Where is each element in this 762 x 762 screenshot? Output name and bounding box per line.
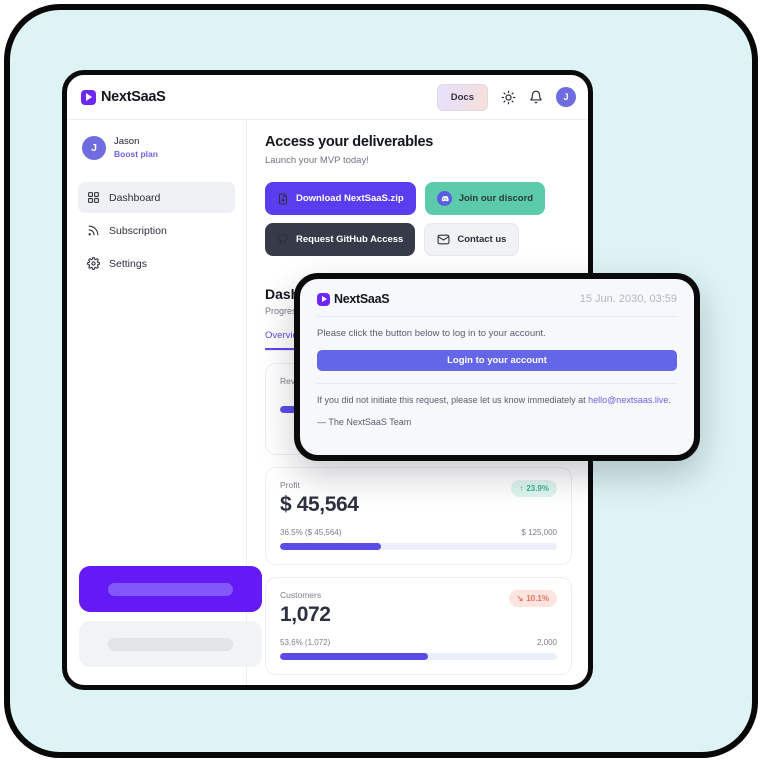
topbar-actions: Docs J (436, 83, 576, 111)
rss-icon (87, 224, 100, 237)
stat-header: Profit $ 45,564 ↑ 23.9% (280, 480, 557, 517)
user-plan: Boost plan (114, 148, 158, 159)
brand-name: NextSaaS (101, 89, 166, 105)
app-topbar: NextSaaS Docs J (67, 75, 588, 120)
github-icon (277, 233, 289, 246)
stat-header: Customers 1,072 ↘ 10.1% (280, 590, 557, 627)
button-label: Download NextSaaS.zip (296, 193, 404, 204)
stat-foot-left: 36.5% ($ 45,564) (280, 528, 342, 537)
email-preview-modal: NextSaaS 15 Jun. 2030, 03:59 Please clic… (294, 273, 700, 461)
sidebar-user[interactable]: J Jason Boost plan (78, 134, 235, 161)
email-body: NextSaaS 15 Jun. 2030, 03:59 Please clic… (300, 279, 694, 427)
request-github-access-button[interactable]: Request GitHub Access (265, 223, 416, 256)
sidebar-item-label: Subscription (109, 224, 167, 237)
status-badge: ↑ 23.9% (511, 480, 557, 497)
page-title: Access your deliverables (265, 134, 434, 150)
placeholder-bar (108, 637, 233, 651)
support-email-link[interactable]: hello@nextsaas.live (588, 395, 668, 405)
download-zip-button[interactable]: Download NextSaaS.zip (265, 182, 416, 215)
stat-footer: 53.6% (1,072) 2,000 (280, 638, 557, 647)
sidebar-placeholder-primary (79, 566, 262, 612)
stat-foot-right: 2,000 (536, 638, 557, 647)
stat-value: 1,072 (280, 603, 331, 626)
avatar: J (82, 136, 106, 161)
sidebar-nav: Dashboard Subscription Settings (78, 182, 235, 279)
file-download-icon (277, 193, 289, 205)
email-note-suffix: . (668, 395, 671, 405)
sun-icon[interactable] (501, 90, 516, 105)
stat-card-profit: Profit $ 45,564 ↑ 23.9% 36.5% ($ 45,564)… (265, 467, 572, 565)
join-discord-button[interactable]: Join our discord (424, 182, 546, 215)
button-label: Contact us (457, 234, 507, 245)
envelope-icon (437, 233, 450, 246)
badge-label: 10.1% (526, 594, 549, 603)
sidebar-item-subscription[interactable]: Subscription (78, 215, 235, 246)
gear-icon (87, 257, 100, 271)
email-brand-name: NextSaaS (334, 292, 390, 306)
email-note-prefix: If you did not initiate this request, pl… (317, 395, 589, 405)
email-signature: — The NextSaaS Team (317, 416, 412, 427)
trend-up-icon: ↑ (519, 484, 524, 493)
divider (317, 383, 677, 384)
email-note: If you did not initiate this request, pl… (317, 394, 677, 408)
nextsaas-logo-icon (81, 89, 96, 105)
progress-track (280, 653, 557, 660)
progress-track (280, 543, 557, 550)
stat-label: Customers (280, 590, 322, 600)
divider (317, 316, 677, 317)
sidebar-placeholder-muted (79, 621, 262, 667)
page-subtitle: Launch your MVP today! (265, 155, 369, 166)
sidebar: J Jason Boost plan Dashboard Subscriptio… (67, 120, 262, 685)
stat-card-customers: Customers 1,072 ↘ 10.1% 53.6% (1,072) 2,… (265, 577, 572, 675)
email-logo: NextSaaS (317, 292, 390, 306)
app-logo[interactable]: NextSaaS (81, 89, 166, 105)
progress-fill (280, 543, 382, 550)
progress-fill (280, 653, 429, 660)
badge-label: 23.9% (526, 484, 549, 493)
contact-us-button[interactable]: Contact us (424, 223, 520, 256)
stat-footer: 36.5% ($ 45,564) $ 125,000 (280, 528, 557, 537)
sidebar-item-settings[interactable]: Settings (78, 248, 235, 279)
screenshot-root: NextSaaS Docs J J Jason Boost plan Dashb… (0, 0, 762, 762)
bell-icon[interactable] (529, 90, 543, 104)
nextsaas-logo-icon (317, 292, 330, 306)
stat-label: Profit (280, 480, 300, 490)
sidebar-item-label: Dashboard (109, 191, 161, 204)
topbar-avatar[interactable]: J (556, 87, 576, 107)
button-label: Request GitHub Access (296, 234, 404, 245)
email-message: Please click the button below to log in … (317, 328, 546, 339)
cta-row-secondary: Request GitHub Access Contact us (265, 223, 572, 256)
trend-down-icon: ↘ (516, 594, 524, 603)
grid-icon (87, 191, 100, 204)
button-label: Join our discord (458, 193, 534, 204)
sidebar-item-dashboard[interactable]: Dashboard (78, 182, 235, 214)
email-timestamp: 15 Jun. 2030, 03:59 (579, 293, 677, 305)
discord-icon (436, 191, 452, 206)
placeholder-bar (108, 582, 233, 596)
user-name: Jason (114, 136, 140, 147)
stat-value: $ 45,564 (280, 493, 359, 516)
stat-foot-left: 53.6% (1,072) (280, 638, 331, 647)
stat-foot-right: $ 125,000 (521, 528, 557, 537)
docs-button[interactable]: Docs (436, 83, 488, 111)
login-to-account-button[interactable]: Login to your account (317, 350, 677, 371)
cta-row-primary: Download NextSaaS.zip Join our discord (265, 182, 572, 215)
email-header: NextSaaS 15 Jun. 2030, 03:59 (317, 292, 677, 306)
sidebar-item-label: Settings (109, 257, 147, 270)
status-badge: ↘ 10.1% (508, 590, 557, 607)
